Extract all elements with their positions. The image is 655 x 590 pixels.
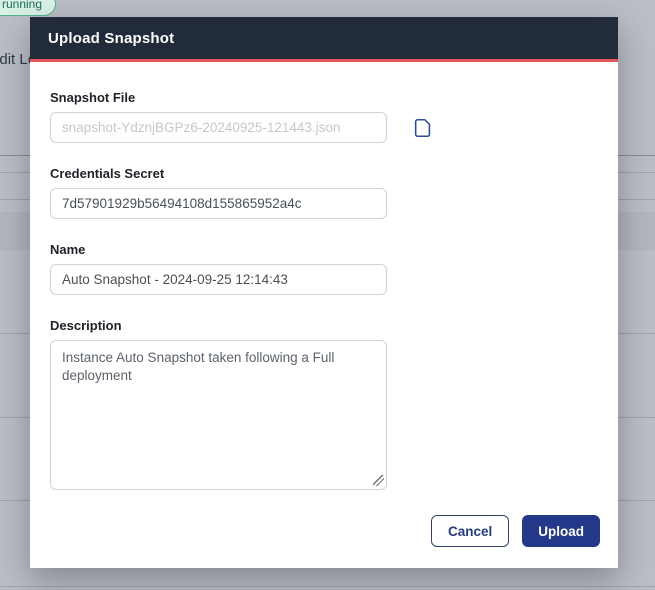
name-input[interactable] (50, 264, 387, 295)
textarea-resize-handle[interactable] (373, 475, 384, 486)
upload-snapshot-modal: Upload Snapshot Snapshot File Credential… (30, 17, 618, 568)
snapshot-file-input[interactable] (50, 112, 387, 143)
modal-title: Upload Snapshot (48, 29, 175, 47)
description-textarea[interactable]: Instance Auto Snapshot taken following a… (50, 340, 387, 490)
snapshot-file-group: Snapshot File (50, 90, 598, 143)
cancel-button[interactable]: Cancel (430, 515, 510, 547)
name-group: Name (50, 242, 598, 295)
modal-body: Snapshot File Credentials Secret Name De… (30, 62, 618, 490)
description-label: Description (50, 318, 122, 333)
name-label: Name (50, 242, 86, 257)
credentials-secret-group: Credentials Secret (50, 166, 598, 219)
credentials-secret-label: Credentials Secret (50, 166, 165, 181)
description-group: Description Instance Auto Snapshot taken… (50, 318, 598, 490)
upload-button[interactable]: Upload (522, 515, 600, 547)
file-icon[interactable] (412, 117, 434, 139)
snapshot-file-label: Snapshot File (50, 90, 136, 105)
modal-footer: Cancel Upload (430, 515, 600, 547)
modal-header: Upload Snapshot (30, 17, 618, 62)
page-bottom-divider (0, 586, 655, 587)
status-badge-running: running (0, 0, 57, 16)
credentials-secret-input[interactable] (50, 188, 387, 219)
